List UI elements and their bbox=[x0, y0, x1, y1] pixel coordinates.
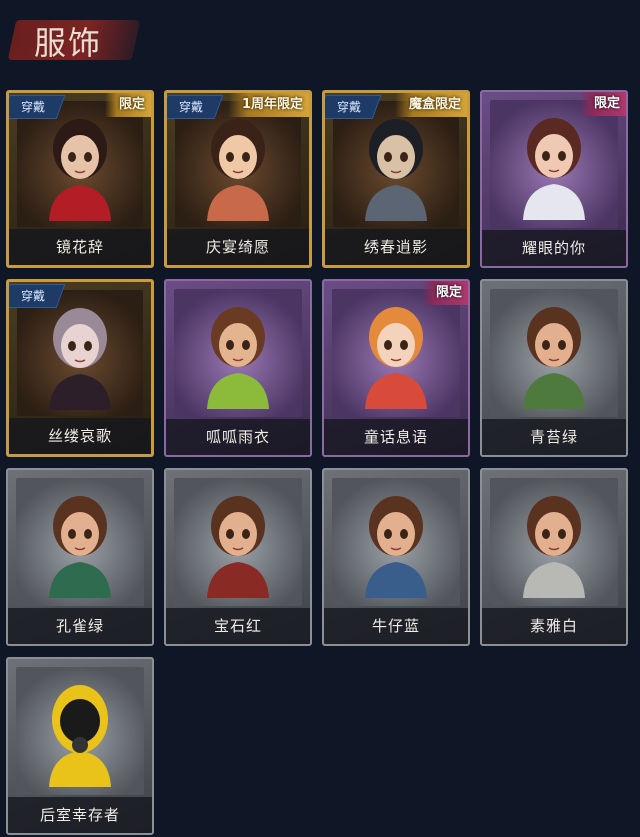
costume-name: 后室幸存者 bbox=[8, 797, 152, 833]
worn-badge: 穿戴 bbox=[9, 95, 66, 119]
costume-name: 牛仔蓝 bbox=[324, 608, 468, 644]
character-portrait bbox=[49, 119, 111, 221]
costume-name: 宝石红 bbox=[166, 608, 310, 644]
character-portrait bbox=[207, 307, 269, 409]
costume-name: 青苔绿 bbox=[482, 419, 626, 455]
costume-name: 镜花辞 bbox=[9, 229, 151, 265]
character-portrait bbox=[365, 496, 427, 598]
worn-badge: 穿戴 bbox=[325, 95, 382, 119]
costume-card[interactable]: 后室幸存者 bbox=[6, 657, 154, 835]
limited-tag: 限定 bbox=[104, 93, 151, 117]
limited-tag: 魔盒限定 bbox=[394, 93, 467, 117]
costume-card[interactable]: 限定童话息语 bbox=[322, 279, 470, 457]
costume-name: 庆宴绮愿 bbox=[167, 229, 309, 265]
character-portrait bbox=[207, 496, 269, 598]
costume-card[interactable]: 宝石红 bbox=[164, 468, 312, 646]
costume-card[interactable]: 素雅白 bbox=[480, 468, 628, 646]
costume-card[interactable]: 魔盒限定 穿戴绣春逍影 bbox=[322, 90, 470, 268]
costume-card[interactable]: 牛仔蓝 bbox=[322, 468, 470, 646]
character-portrait bbox=[523, 307, 585, 409]
worn-badge: 穿戴 bbox=[9, 284, 66, 308]
costume-name: 童话息语 bbox=[324, 419, 468, 455]
costume-name: 素雅白 bbox=[482, 608, 626, 644]
costume-card[interactable]: 穿戴 丝缕哀歌 bbox=[6, 279, 154, 457]
costume-name: 丝缕哀歌 bbox=[9, 418, 151, 454]
character-portrait bbox=[49, 685, 111, 787]
page-title: 服饰 bbox=[34, 24, 103, 62]
costume-card[interactable]: 限定 穿戴镜花辞 bbox=[6, 90, 154, 268]
character-portrait bbox=[49, 308, 111, 410]
character-portrait bbox=[207, 119, 269, 221]
worn-badge: 穿戴 bbox=[167, 95, 224, 119]
limited-tag: 1周年限定 bbox=[227, 93, 309, 117]
costume-name: 呱呱雨衣 bbox=[166, 419, 310, 455]
costume-card[interactable]: 1周年限定 穿戴庆宴绮愿 bbox=[164, 90, 312, 268]
costume-card[interactable]: 限定耀眼的你 bbox=[480, 90, 628, 268]
costume-card[interactable]: 呱呱雨衣 bbox=[164, 279, 312, 457]
character-portrait bbox=[523, 496, 585, 598]
character-portrait bbox=[523, 118, 585, 220]
section-header: 服饰 bbox=[7, 14, 141, 66]
character-portrait bbox=[365, 119, 427, 221]
costume-name: 孔雀绿 bbox=[8, 608, 152, 644]
character-portrait bbox=[49, 496, 111, 598]
costume-card[interactable]: 孔雀绿 bbox=[6, 468, 154, 646]
limited-tag: 限定 bbox=[421, 281, 468, 305]
costume-card[interactable]: 青苔绿 bbox=[480, 279, 628, 457]
character-portrait bbox=[365, 307, 427, 409]
costume-name: 绣春逍影 bbox=[325, 229, 467, 265]
costume-name: 耀眼的你 bbox=[482, 230, 626, 266]
limited-tag: 限定 bbox=[579, 92, 626, 116]
